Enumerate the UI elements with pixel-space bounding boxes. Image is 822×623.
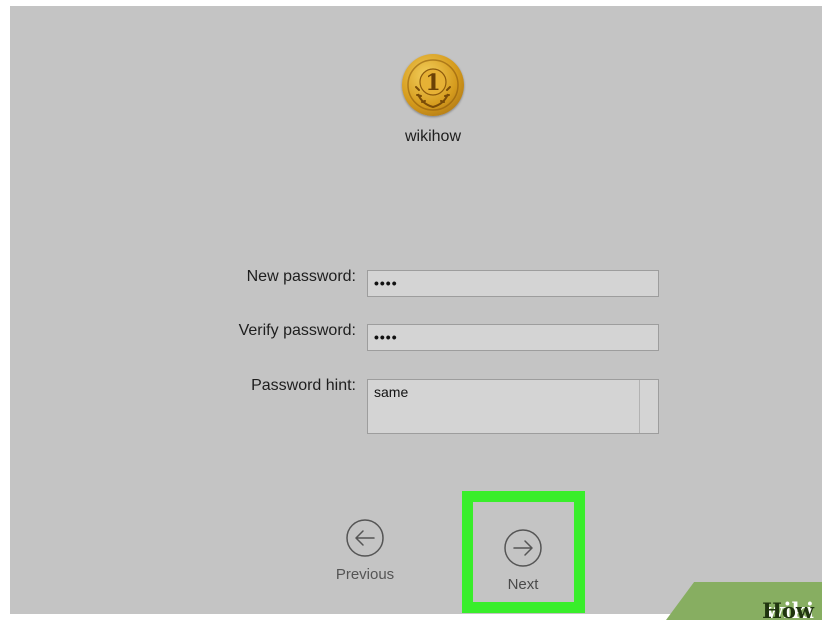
next-label: Next [507, 576, 539, 593]
password-hint-label: Password hint: [251, 377, 356, 394]
verify-password-value: •••• [374, 329, 398, 345]
password-hint-value: same [374, 384, 409, 400]
svg-text:1: 1 [425, 70, 440, 96]
verify-password-label: Verify password: [238, 322, 356, 339]
password-hint-field[interactable]: same [367, 379, 659, 434]
watermark-how: How [762, 598, 814, 623]
username-label: wikihow [404, 128, 461, 145]
setup-panel: 1 wikihow New password: •••• Verify pass… [10, 6, 822, 614]
verify-password-field[interactable]: •••• [367, 324, 659, 351]
user-avatar: 1 [402, 54, 464, 116]
next-button[interactable]: Next [478, 528, 568, 593]
arrow-right-circle-icon [504, 529, 542, 567]
gold-medal-icon: 1 [407, 59, 459, 111]
new-password-field[interactable]: •••• [367, 270, 659, 297]
next-highlight-box: Next [462, 491, 585, 613]
next-button-area: Next [473, 502, 574, 602]
hint-scrollbar[interactable] [639, 380, 658, 433]
new-password-value: •••• [374, 275, 398, 291]
previous-label: Previous [335, 566, 395, 583]
previous-button[interactable]: Previous [320, 518, 410, 583]
new-password-label: New password: [246, 268, 356, 285]
arrow-left-circle-icon [346, 519, 384, 557]
